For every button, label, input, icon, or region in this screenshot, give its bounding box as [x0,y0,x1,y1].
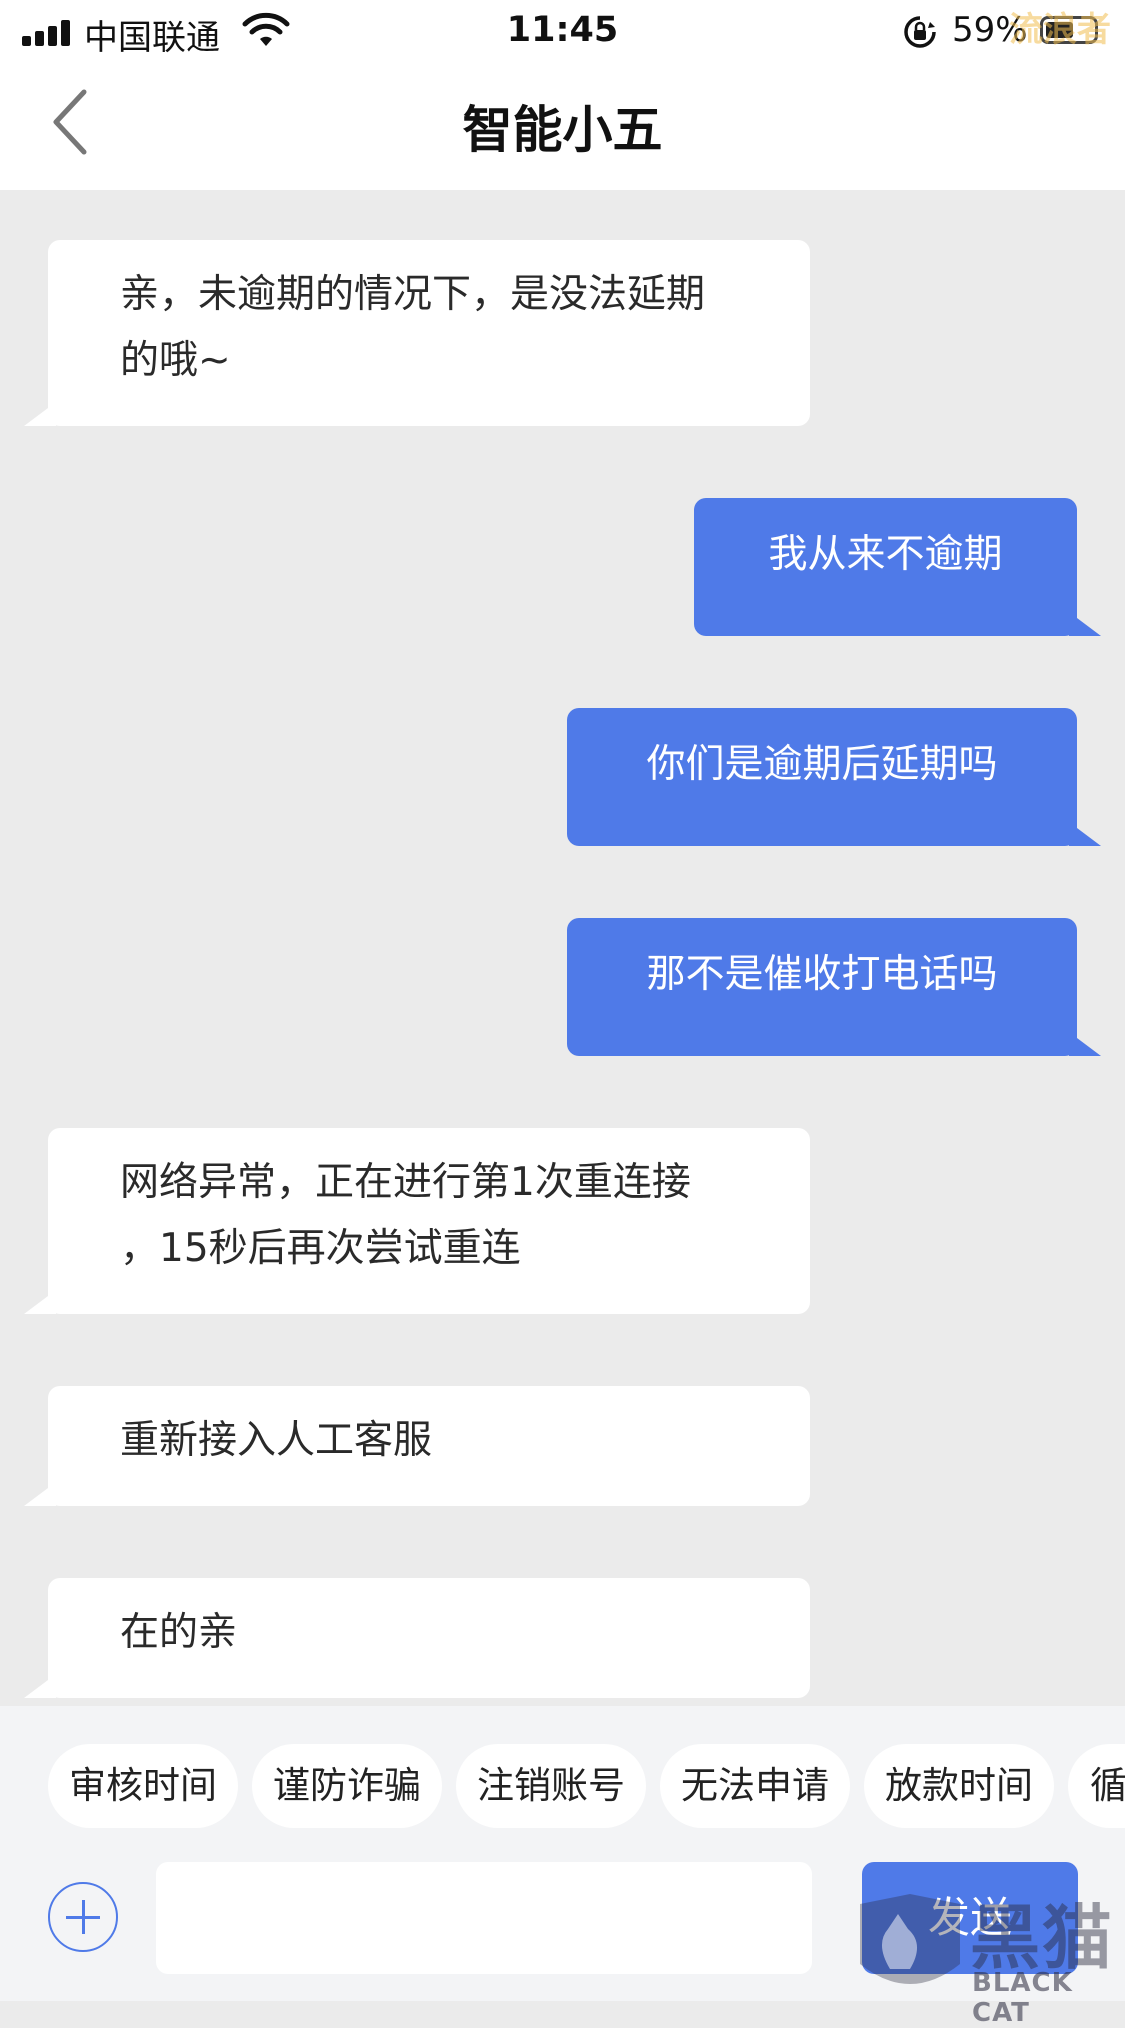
quick-reply-chip[interactable]: 注销账号 [456,1744,646,1828]
plus-circle-icon[interactable] [48,1882,118,1952]
message-text: 网络异常，正在进行第1次重连接 [120,1160,691,1205]
quick-reply-chip[interactable]: 谨防诈骗 [252,1744,442,1828]
nav-bar: 智能小五 [0,62,1125,190]
message-bubble-user: 那不是催收打电话吗 [567,918,1101,1056]
watermark-text: 流浪者 [1009,10,1111,50]
message-bubble-bot: 重新接入人工客服 [24,1386,810,1506]
message-input[interactable] [156,1862,812,1974]
chat-area[interactable]: 亲，未逾期的情况下，是没法延期 的哦~ 我从来不逾期 你们是逾期后延期吗 那不是… [0,190,1125,1706]
message-bubble-bot: 在的亲 [24,1578,810,1698]
message-text: 我从来不逾期 [768,532,1003,577]
message-text: 在的亲 [120,1610,238,1655]
quick-reply-chip[interactable]: 循 [1068,1744,1125,1828]
message-bubble-bot: 网络异常，正在进行第1次重连接 ，15秒后再次尝试重连 [24,1128,810,1314]
quick-reply-chip[interactable]: 无法申请 [660,1744,850,1828]
page-title: 智能小五 [462,101,663,159]
quick-reply-chip[interactable]: 审核时间 [48,1744,238,1828]
message-text: 的哦~ [120,338,231,383]
composer-panel: 审核时间 谨防诈骗 注销账号 无法申请 放款时间 循 发送 黑猫 BLACK C… [0,1706,1125,2028]
quick-reply-chip[interactable]: 放款时间 [864,1744,1054,1828]
message-text: 亲，未逾期的情况下，是没法延期 [120,272,706,317]
watermark-logo-en: BLACK CAT [972,1968,1073,2028]
message-bubble-user: 你们是逾期后延期吗 [567,708,1101,846]
message-bubble-bot: 亲，未逾期的情况下，是没法延期 的哦~ [24,240,810,426]
message-text: 你们是逾期后延期吗 [646,742,998,787]
message-text: 重新接入人工客服 [120,1418,433,1463]
rotation-lock-icon [904,16,936,48]
message-text: 那不是催收打电话吗 [646,952,998,997]
message-bubble-user: 我从来不逾期 [694,498,1101,636]
status-bar: 中国联通 11:45 59% 流浪者 [0,0,1125,62]
message-text: ，15秒后再次尝试重连 [120,1226,521,1271]
